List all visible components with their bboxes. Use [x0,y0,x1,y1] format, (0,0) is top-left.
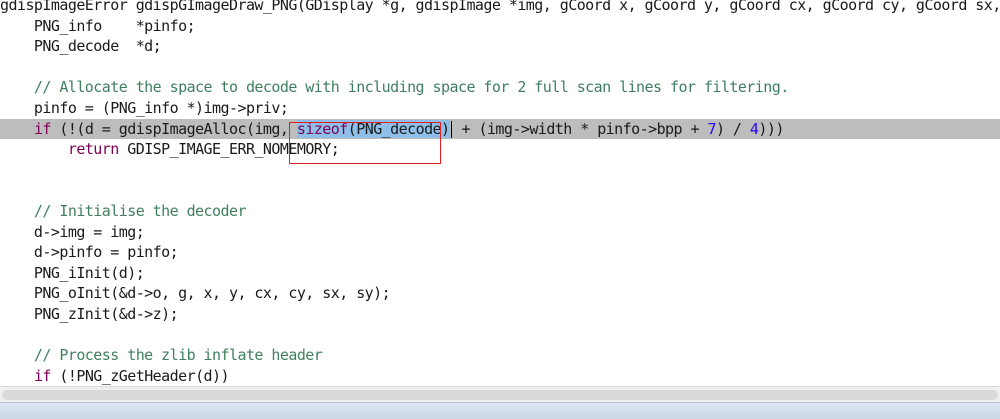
code-line[interactable] [0,180,1000,201]
code-token: sizeof [296,119,348,138]
code-editor[interactable]: gdispImageError gdispGImageDraw_PNG(GDis… [0,0,1000,386]
code-line[interactable]: PNG_iInit(d); [0,263,1000,284]
code-line[interactable]: // Initialise the decoder [0,201,1000,222]
code-line[interactable] [0,160,1000,181]
code-token: (!(d = gdispImageAlloc(img, [50,119,297,138]
horizontal-scrollbar[interactable] [0,386,1000,403]
code-token: (PNG_decode) [347,119,450,138]
code-token: (!PNG_zGetHeader(d)) [50,366,230,385]
code-token: gdispImageError gdispGImageDraw_PNG(GDis… [0,0,1000,14]
code-token: if [33,119,52,138]
code-token: + (img->width * pinfo->bpp + [453,119,708,138]
code-token: PNG_info *pinfo; [0,16,196,35]
code-token: // Process the zlib inflate header [0,346,323,365]
status-bar [0,402,1000,419]
scrollbar-thumb[interactable] [2,390,998,400]
code-token: GDISP_IMAGE_ERR_NOMEMORY; [118,140,340,159]
code-line[interactable]: PNG_oInit(&d->o, g, x, y, cx, cy, sx, sy… [0,283,1000,304]
code-token: pinfo = (PNG_info *)img->priv; [0,99,289,117]
code-line[interactable]: return GDISP_IMAGE_ERR_NOMEMORY; [0,139,1000,160]
code-line[interactable]: // Process the zlib inflate header [0,345,1000,366]
code-line[interactable] [0,57,1000,78]
code-token: // Initialise the decoder [0,202,247,220]
code-token: PNG_zInit(&d->z); [0,305,179,323]
code-token: ))) [758,119,784,138]
code-token: PNG_decode *d; [0,37,162,56]
code-line[interactable]: pinfo = (PNG_info *)img->priv; [0,98,1000,119]
code-line[interactable]: PNG_decode *d; [0,36,1000,57]
code-line[interactable]: d->img = img; [0,222,1000,243]
text-caret [450,120,453,138]
code-token: PNG_iInit(d); [0,263,145,282]
code-line[interactable]: PNG_info *pinfo; [0,16,1000,37]
code-token: d->pinfo = pinfo; [0,243,179,262]
code-line[interactable]: PNG_zInit(&d->z); [0,304,1000,325]
code-line[interactable]: gdispImageError gdispGImageDraw_PNG(GDis… [0,0,1000,16]
code-token: return [67,140,119,159]
code-token: ) / [715,119,750,138]
code-token: PNG_oInit(&d->o, g, x, y, cx, cy, sx, sy… [0,284,391,303]
code-line[interactable]: if (!PNG_zGetHeader(d)) [0,366,1000,386]
code-token: d->img = img; [0,222,145,241]
code-token: 7 [707,119,716,138]
code-line[interactable] [0,325,1000,346]
code-line[interactable]: // Allocate the space to decode with inc… [0,77,1000,98]
code-line[interactable]: d->pinfo = pinfo; [0,242,1000,263]
code-token: if [33,366,52,385]
code-token: // Allocate the space to decode with inc… [0,78,789,97]
current-code-line[interactable]: if (!(d = gdispImageAlloc(img, sizeof(PN… [0,118,1000,140]
